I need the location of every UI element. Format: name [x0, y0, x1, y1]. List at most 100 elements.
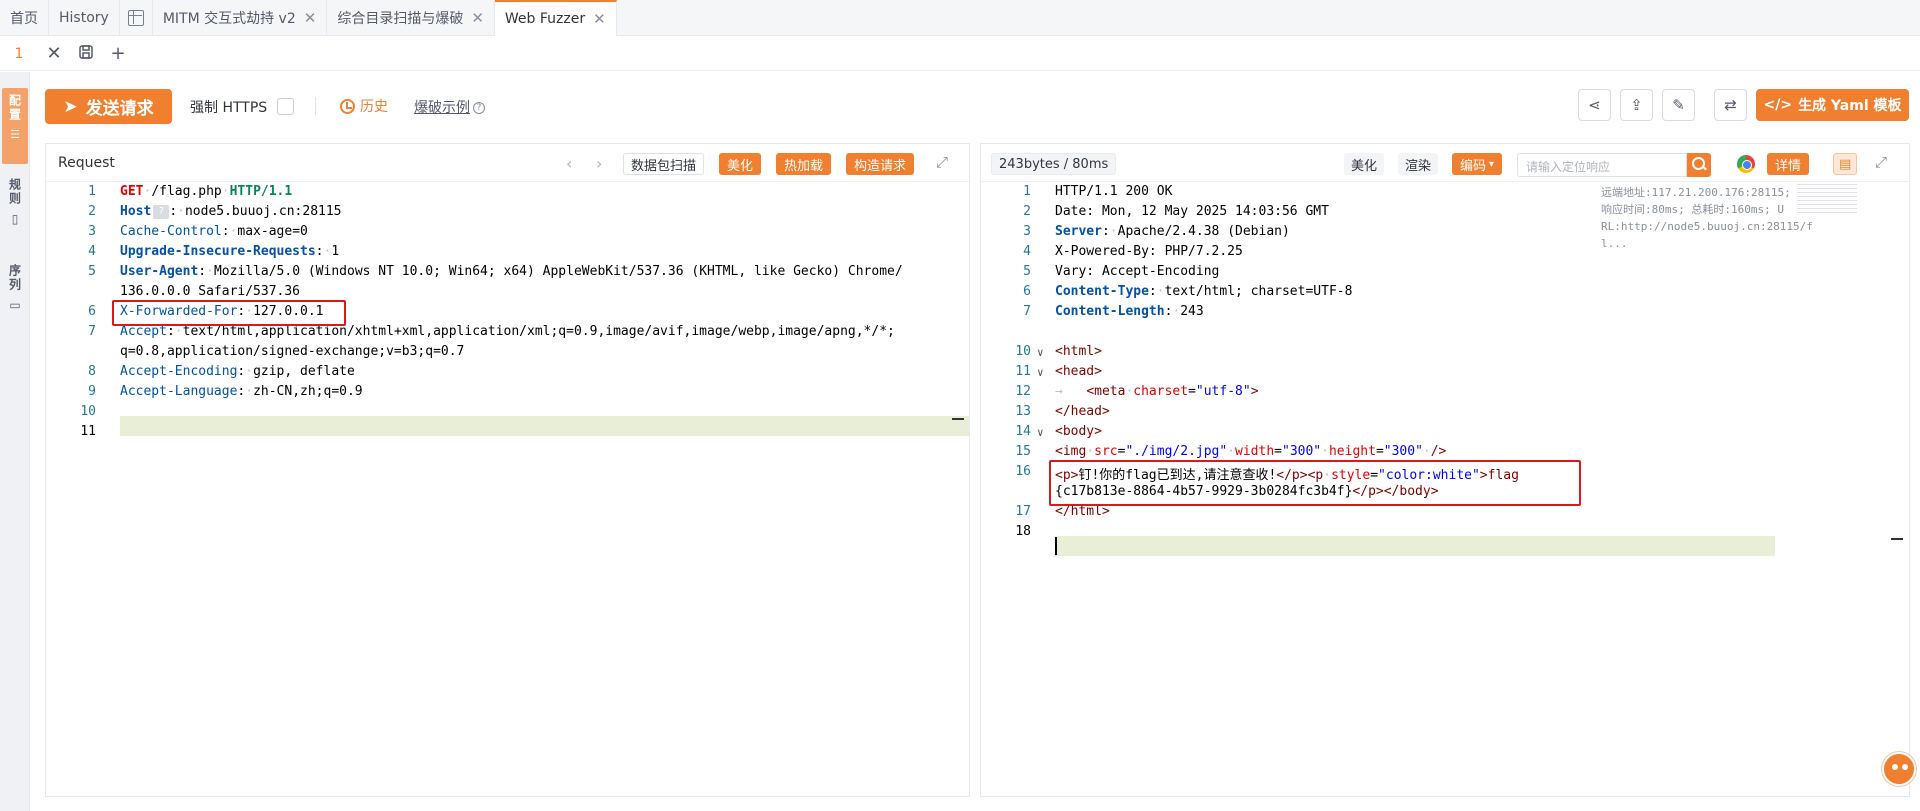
code-line: Server:·Apache/2.4.38 (Debian) [1055, 224, 1290, 239]
left-strip: 配置 ☰ 规则 ▯ 序列 ▭ [0, 72, 30, 811]
line-number: 2 [1023, 204, 1031, 219]
line-number: 5 [88, 264, 96, 279]
code-line: Upgrade-Insecure-Requests:·1 [120, 244, 340, 259]
close-icon[interactable]: ✕ [471, 9, 484, 27]
share-button[interactable]: ⋖ [1578, 89, 1611, 121]
tab-label: History [59, 9, 109, 26]
tab-history[interactable]: History [49, 0, 120, 36]
tab-label: MITM 交互式劫持 v2 [162, 10, 296, 27]
request-title: Request [58, 154, 115, 171]
sub-tab-bar: 1 ✕ + [0, 37, 1920, 71]
line-number: 1 [1023, 184, 1031, 199]
send-request-button[interactable]: ➤ 发送请求 [45, 89, 172, 124]
chrome-icon[interactable] [1737, 155, 1755, 173]
response-meta: 远端地址:117.21.200.176:28115; 响应时间:80ms; 总耗… [1601, 184, 1813, 252]
code-line: <body> [1055, 424, 1102, 439]
tab-label: Web Fuzzer [504, 10, 586, 27]
response-panel: 243bytes / 80ms 美化 渲染 编码 ▾ 请输入定位响应 详情 ▤ ⤢… [980, 143, 1910, 797]
help-icon: ? [473, 102, 485, 114]
line-number: 1 [88, 184, 96, 199]
tab-mitm[interactable]: MITM 交互式劫持 v2 ✕ [153, 0, 328, 36]
send-icon: ➤ [63, 96, 78, 117]
edit-icon: ✎ [1672, 96, 1685, 114]
code-line: Accept-Encoding:·gzip, deflate [120, 364, 355, 379]
hot-reload-button[interactable]: 热加载 [776, 153, 832, 175]
code-line: <img·src="./img/2.jpg"·width="300"·heigh… [1055, 444, 1447, 459]
code-line: q=0.8,application/signed-exchange;v=b3;q… [120, 344, 465, 359]
packet-scan-button[interactable]: 数据包扫描 [623, 153, 705, 175]
line-number: 12 [1015, 384, 1031, 399]
generate-yaml-button[interactable]: </> 生成 Yaml 模板 [1756, 89, 1909, 121]
beautify-button[interactable]: 美化 [719, 153, 762, 175]
history-label: 历史 [360, 99, 388, 115]
side-config[interactable]: 配置 ☰ [2, 88, 28, 164]
code-line: Date: Mon, 12 May 2025 14:03:56 GMT [1055, 204, 1329, 219]
encode-dropdown[interactable]: 编码 ▾ [1452, 153, 1503, 175]
line-number: 16 [1015, 464, 1031, 479]
close-icon[interactable]: ✕ [38, 43, 70, 64]
line-number: 10 [80, 404, 96, 419]
expand-icon[interactable]: ⤢ [1875, 153, 1887, 171]
construct-request-button[interactable]: 构造请求 [846, 153, 915, 175]
clipboard-icon: ▯ [11, 212, 19, 226]
export-button[interactable]: ⇪ [1620, 89, 1653, 121]
flag-highlight-box [1049, 460, 1581, 506]
tab-dir-scan[interactable]: 综合目录扫描与爆破 ✕ [327, 0, 495, 36]
line-number: 3 [1023, 224, 1031, 239]
side-label: 规则 [7, 178, 22, 206]
divider [315, 97, 316, 115]
line-number: 17 [1015, 504, 1031, 519]
request-editor[interactable]: 1 2 3 4 5 6 7 8 9 10 11 GET·/flag.php·HT… [46, 182, 969, 796]
fold-icon[interactable]: ∨ [1037, 426, 1044, 439]
comment-icon[interactable]: ▤ [1833, 153, 1857, 175]
beautify-button[interactable]: 美化 [1344, 153, 1385, 175]
history-button[interactable]: 历史 [340, 96, 388, 116]
chevron-left-icon[interactable]: ‹ [566, 154, 572, 173]
tab-home[interactable]: 首页 [0, 0, 49, 36]
edit-button[interactable]: ✎ [1662, 89, 1695, 121]
locate-search-input[interactable]: 请输入定位响应 [1517, 153, 1687, 177]
encode-label: 编码 [1460, 158, 1487, 174]
tab-label: 首页 [10, 10, 38, 27]
close-icon[interactable]: ✕ [304, 9, 317, 27]
render-button[interactable]: 渲染 [1398, 153, 1439, 175]
expand-icon[interactable]: ⤢ [936, 153, 948, 171]
fold-icon[interactable]: ∨ [1037, 346, 1044, 359]
search-icon[interactable] [1687, 153, 1711, 177]
fold-icon[interactable]: ∨ [1037, 366, 1044, 379]
response-editor[interactable]: 1 2 3 4 5 6 7 10 11 12 13 14 15 16 17 18… [981, 182, 1909, 796]
help-icon: ? [153, 204, 170, 219]
line-number: 13 [1015, 404, 1031, 419]
example-label: 爆破示例 [414, 100, 470, 116]
detail-button[interactable]: 详情 [1767, 153, 1810, 175]
force-https-checkbox[interactable] [277, 98, 294, 115]
add-icon[interactable]: + [102, 43, 134, 64]
close-icon[interactable]: ✕ [593, 10, 606, 28]
code-line: → <meta·charset="utf-8"> [1055, 384, 1259, 399]
line-number: 4 [88, 244, 96, 259]
minimap[interactable] [1797, 184, 1857, 214]
response-header: 243bytes / 80ms 美化 渲染 编码 ▾ 请输入定位响应 详情 ▤ ⤢ [981, 144, 1909, 182]
save-icon[interactable] [70, 44, 102, 64]
code-line: User-Agent:·Mozilla/5.0 (Windows NT 10.0… [120, 264, 903, 279]
tab-web-fuzzer[interactable]: Web Fuzzer ✕ [494, 0, 617, 36]
code-line: Host?:·node5.buuoj.cn:28115 [120, 204, 342, 219]
fuzz-example-link[interactable]: 爆破示例? [414, 97, 485, 117]
side-sequence[interactable]: 序列 ▭ [2, 258, 28, 328]
mascot-avatar[interactable] [1882, 752, 1916, 786]
side-rules[interactable]: 规则 ▯ [2, 172, 28, 242]
sub-tab-number[interactable]: 1 [0, 46, 38, 62]
line-number: 5 [1023, 264, 1031, 279]
swap-button[interactable]: ⇄ [1714, 89, 1747, 121]
meta-url: RL:http://node5.buuoj.cn:28115/f [1601, 220, 1813, 233]
code-line: Content-Length:·243 [1055, 304, 1204, 319]
meta-remote-addr: 远端地址:117.21.200.176:28115; [1601, 186, 1791, 199]
line-number: 11 [80, 424, 96, 439]
line-number: 4 [1023, 244, 1031, 259]
tab-grid[interactable] [120, 0, 153, 36]
chevron-right-icon[interactable]: › [596, 154, 602, 173]
code-line: Vary: Accept-Encoding [1055, 264, 1220, 279]
upload-icon: ⇪ [1630, 96, 1643, 114]
line-number: 18 [1015, 524, 1031, 539]
scroll-marker [1891, 538, 1903, 540]
